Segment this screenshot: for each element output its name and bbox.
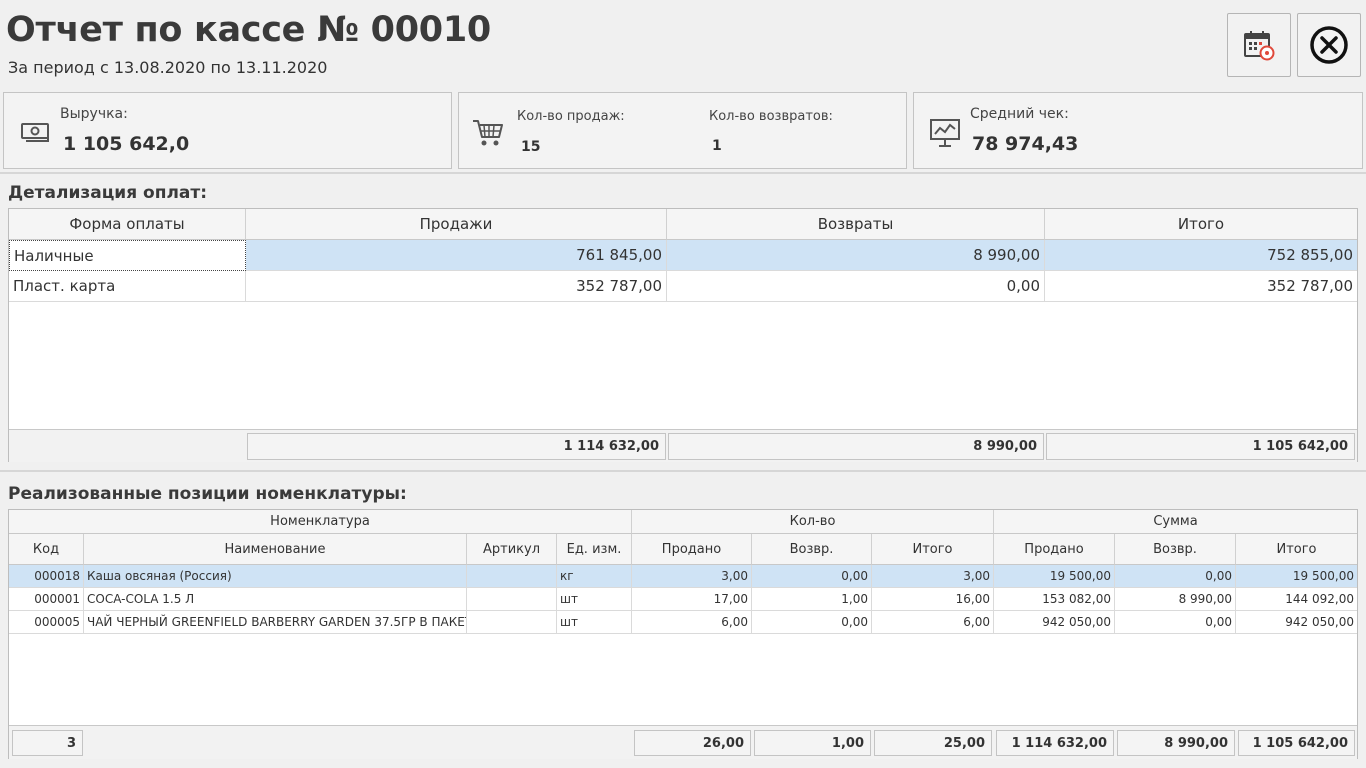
total-sum-total: 1 105 642,00 [1238, 730, 1355, 756]
table-cell[interactable]: 352 787,00 [1045, 271, 1357, 302]
col-qty-sold[interactable]: Продано [632, 534, 752, 565]
table-cell[interactable]: 6,00 [632, 611, 752, 634]
payments-grid[interactable]: Форма оплаты Продажи Возвраты Итого Нали… [8, 208, 1358, 462]
col-returns[interactable]: Возвраты [667, 209, 1045, 240]
table-cell[interactable]: 6,00 [872, 611, 994, 634]
avg-check-label: Средний чек: [970, 106, 1069, 122]
table-cell[interactable]: 0,00 [1115, 565, 1236, 588]
table-cell[interactable] [467, 611, 557, 634]
revenue-panel: Выручка: 1 105 642,0 [3, 92, 452, 169]
col-total[interactable]: Итого [1045, 209, 1357, 240]
page-title: Отчет по кассе № 00010 [6, 10, 491, 50]
table-cell[interactable]: 144 092,00 [1236, 588, 1357, 611]
table-cell[interactable]: шт [557, 588, 632, 611]
close-button[interactable] [1297, 13, 1361, 77]
table-cell[interactable]: 352 787,00 [246, 271, 667, 302]
total-sum: 1 105 642,00 [1046, 433, 1355, 460]
cart-icon [473, 120, 503, 146]
col-name[interactable]: Наименование [84, 534, 467, 565]
table-cell[interactable]: 17,00 [632, 588, 752, 611]
total-sum-sold: 1 114 632,00 [996, 730, 1114, 756]
col-qty-total[interactable]: Итого [872, 534, 994, 565]
table-cell[interactable]: 000001 [9, 588, 84, 611]
table-cell[interactable] [467, 588, 557, 611]
table-cell[interactable]: ЧАЙ ЧЕРНЫЙ GREENFIELD BARBERRY GARDEN 37… [84, 611, 467, 634]
total-qty-sold: 26,00 [634, 730, 751, 756]
items-footer: 3 26,00 1,00 25,00 1 114 632,00 8 990,00… [9, 725, 1357, 759]
table-cell[interactable] [467, 565, 557, 588]
table-cell[interactable]: 19 500,00 [994, 565, 1115, 588]
col-unit[interactable]: Ед. изм. [557, 534, 632, 565]
table-cell[interactable]: 0,00 [752, 611, 872, 634]
table-row-card-form[interactable]: Пласт. карта [9, 271, 246, 302]
col-payment-form[interactable]: Форма оплаты [9, 209, 246, 240]
items-title: Реализованные позиции номенклатуры: [8, 484, 407, 504]
total-items-count: 3 [12, 730, 83, 756]
close-circle-icon [1310, 26, 1348, 64]
revenue-value: 1 105 642,0 [63, 133, 190, 155]
table-cell[interactable]: 3,00 [632, 565, 752, 588]
col-code[interactable]: Код [9, 534, 84, 565]
returns-count-label: Кол-во возвратов: [709, 109, 833, 124]
table-cell[interactable]: 153 082,00 [994, 588, 1115, 611]
presentation-chart-icon [930, 119, 960, 147]
table-cell[interactable]: COCA-COLA 1.5 Л [84, 588, 467, 611]
total-qty-total: 25,00 [874, 730, 992, 756]
table-cell[interactable]: 8 990,00 [1115, 588, 1236, 611]
sales-count-value: 15 [521, 139, 541, 155]
col-sales[interactable]: Продажи [246, 209, 667, 240]
table-cell[interactable]: 000005 [9, 611, 84, 634]
table-cell[interactable]: 942 050,00 [1236, 611, 1357, 634]
table-cell[interactable]: 0,00 [667, 271, 1045, 302]
band-quantity: Кол-во [632, 510, 994, 534]
table-cell[interactable]: 942 050,00 [994, 611, 1115, 634]
items-grid[interactable]: Номенклатура Кол-во Сумма Код Наименован… [8, 509, 1358, 759]
table-cell[interactable]: 1,00 [752, 588, 872, 611]
table-cell[interactable]: Каша овсяная (Россия) [84, 565, 467, 588]
period-settings-button[interactable] [1227, 13, 1291, 77]
table-cell[interactable]: шт [557, 611, 632, 634]
table-cell[interactable]: кг [557, 565, 632, 588]
payments-footer: 1 114 632,00 8 990,00 1 105 642,00 [9, 429, 1357, 462]
table-cell[interactable]: 19 500,00 [1236, 565, 1357, 588]
avg-check-panel: Средний чек: 78 974,43 [913, 92, 1363, 169]
table-cell[interactable]: 0,00 [752, 565, 872, 588]
band-nomenclature: Номенклатура [9, 510, 632, 534]
returns-count-value: 1 [712, 138, 722, 154]
table-row-cash-form[interactable]: Наличные [9, 240, 246, 271]
table-cell[interactable]: 752 855,00 [1045, 240, 1357, 271]
total-qty-returned: 1,00 [754, 730, 871, 756]
col-article[interactable]: Артикул [467, 534, 557, 565]
table-cell[interactable]: 000018 [9, 565, 84, 588]
calendar-settings-icon [1244, 31, 1275, 61]
total-returns: 8 990,00 [668, 433, 1044, 460]
band-sum: Сумма [994, 510, 1357, 534]
table-cell[interactable]: 16,00 [872, 588, 994, 611]
money-icon [21, 123, 49, 142]
col-sum-sold[interactable]: Продано [994, 534, 1115, 565]
table-cell[interactable]: 3,00 [872, 565, 994, 588]
col-sum-total[interactable]: Итого [1236, 534, 1357, 565]
total-sales: 1 114 632,00 [247, 433, 666, 460]
sales-panel: Кол-во продаж: 15 Кол-во возвратов: 1 [458, 92, 907, 169]
col-qty-returned[interactable]: Возвр. [752, 534, 872, 565]
report-header: Отчет по кассе № 00010 За период с 13.08… [0, 0, 1366, 88]
report-period: За период с 13.08.2020 по 13.11.2020 [8, 58, 328, 77]
total-sum-returned: 8 990,00 [1117, 730, 1235, 756]
table-cell[interactable]: 0,00 [1115, 611, 1236, 634]
payments-title: Детализация оплат: [8, 183, 208, 203]
sales-count-label: Кол-во продаж: [517, 109, 625, 124]
avg-check-value: 78 974,43 [972, 133, 1079, 155]
col-sum-returned[interactable]: Возвр. [1115, 534, 1236, 565]
table-cell[interactable]: 761 845,00 [246, 240, 667, 271]
revenue-label: Выручка: [60, 106, 128, 122]
table-cell[interactable]: 8 990,00 [667, 240, 1045, 271]
